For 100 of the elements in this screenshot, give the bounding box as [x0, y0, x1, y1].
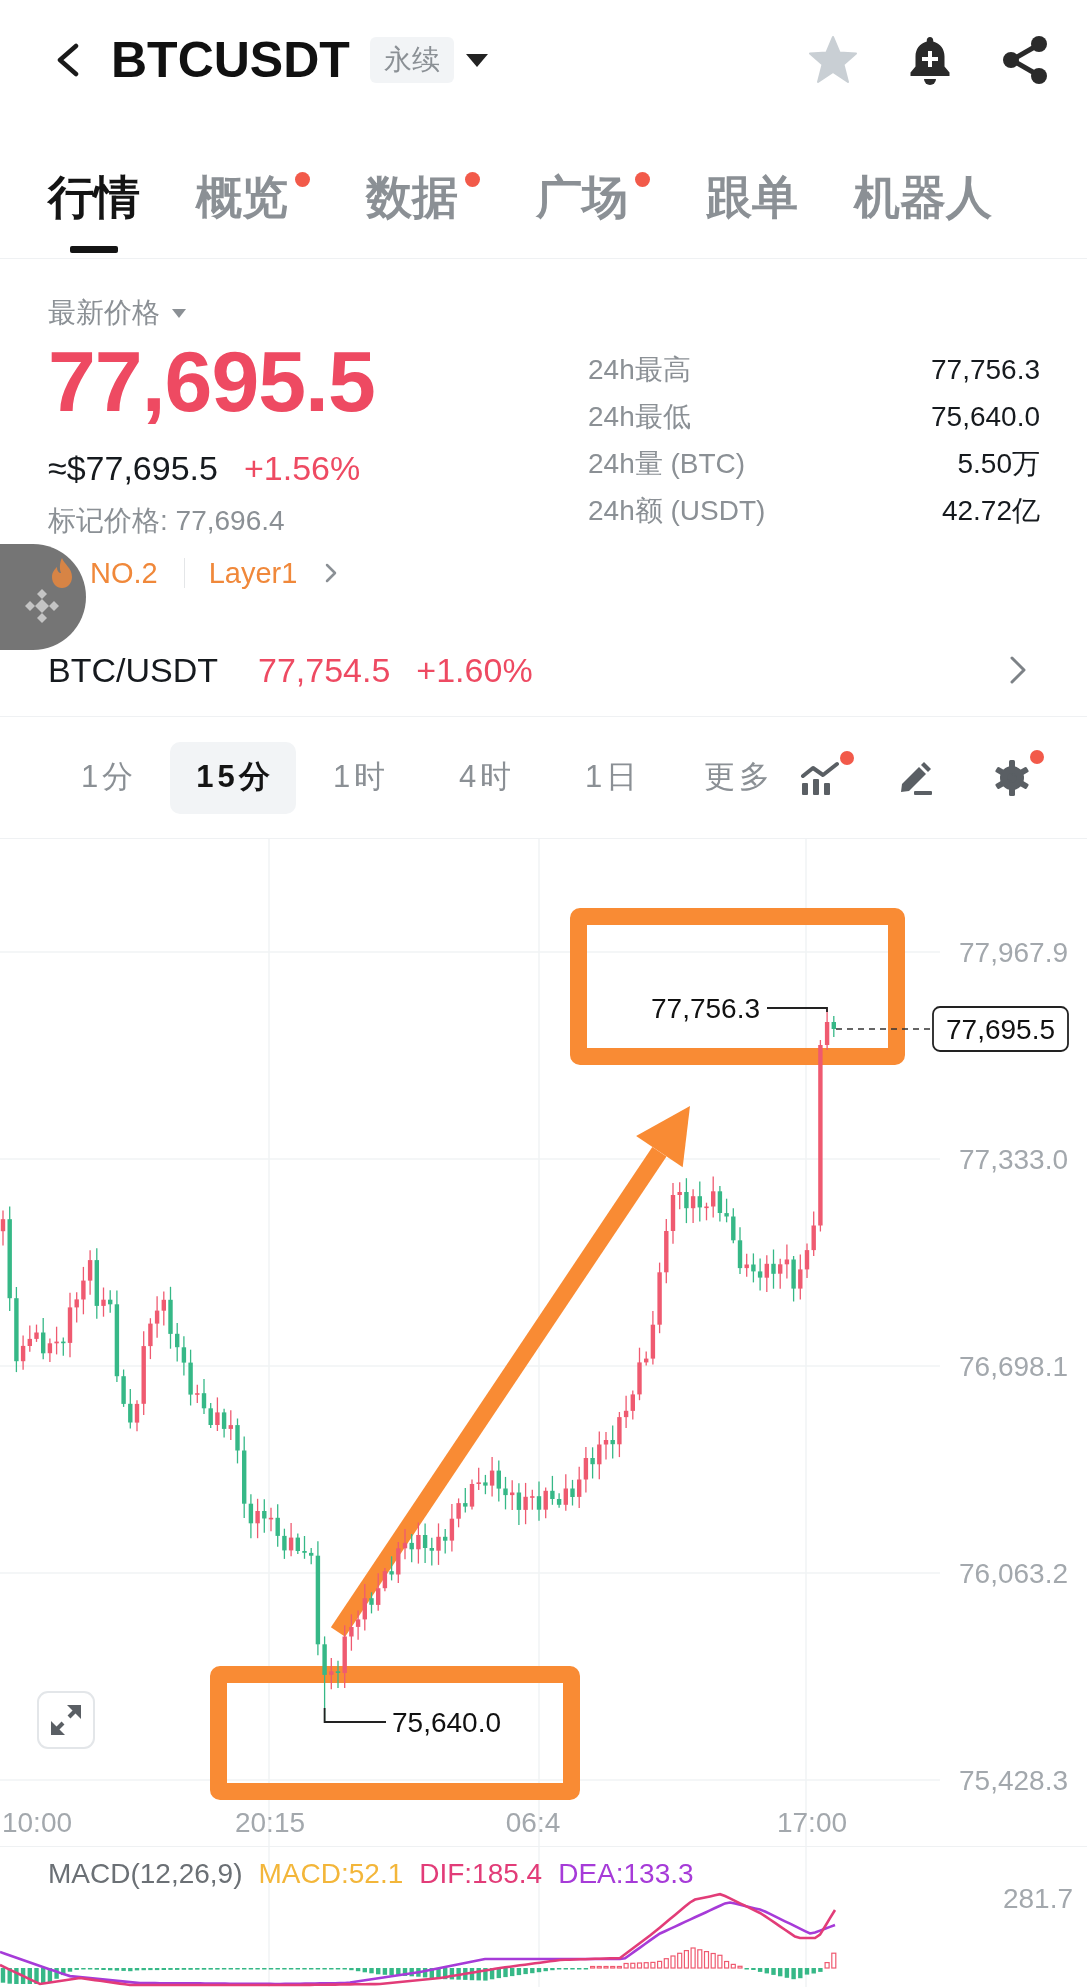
falling-candle — [463, 1487, 468, 1514]
rising-candle — [711, 1175, 716, 1219]
stat-label: 24h量 (BTC) — [588, 447, 746, 481]
mark-price: 标记价格: 77,696.4 — [48, 504, 286, 538]
falling-candle — [516, 1482, 522, 1526]
falling-candle — [335, 1660, 341, 1689]
leader-line — [323, 1707, 387, 1723]
bell-plus-icon[interactable] — [907, 35, 953, 85]
price-axis-label: 77,333.0 — [959, 1143, 1068, 1175]
chevron-right-icon[interactable] — [1010, 656, 1026, 684]
rising-candle — [416, 1521, 421, 1565]
indicator-chart-icon[interactable] — [800, 760, 840, 795]
falling-candle — [168, 1286, 173, 1350]
falling-candle — [221, 1408, 227, 1439]
falling-candle — [570, 1479, 575, 1507]
price-label[interactable]: 最新价格 — [48, 293, 160, 333]
rising-candle — [228, 1409, 233, 1441]
rising-candle — [764, 1254, 769, 1293]
price-axis-label: 76,698.1 — [959, 1350, 1068, 1382]
macd-axis-label: 281.7 — [1002, 1882, 1073, 1914]
rising-candle — [563, 1473, 568, 1512]
interval-tab[interactable]: 1时 — [296, 741, 422, 814]
price-axis-label: 77,967.9 — [959, 936, 1068, 968]
interval-tab[interactable]: 更多 — [674, 741, 800, 814]
rising-candle — [0, 1209, 6, 1247]
falling-candle — [697, 1180, 702, 1223]
falling-candle — [282, 1528, 287, 1560]
macd-legend-value: DIF:185.4 — [419, 1857, 543, 1889]
floating-widget[interactable] — [0, 544, 86, 650]
star-icon[interactable] — [807, 35, 859, 85]
price-change: +1.56% — [243, 448, 361, 489]
falling-candle — [496, 1459, 501, 1503]
tab[interactable]: 跟单 — [706, 120, 798, 258]
expand-icon — [51, 1705, 81, 1735]
interval-tab[interactable]: 1分 — [44, 741, 170, 814]
falling-candle — [503, 1476, 508, 1511]
caret-down-icon[interactable] — [172, 308, 186, 318]
usd-value: ≈$77,695.5 — [48, 448, 218, 489]
sector-link[interactable]: Layer1 — [208, 553, 298, 593]
macd-legend-value: DEA:133.3 — [558, 1857, 694, 1889]
flame-icon — [50, 558, 74, 588]
leader-line — [766, 1007, 828, 1013]
fullscreen-button[interactable] — [37, 1691, 95, 1749]
rising-candle — [690, 1188, 696, 1224]
tab[interactable]: 概览 — [196, 120, 310, 258]
falling-candle — [771, 1248, 776, 1290]
falling-candle — [590, 1446, 595, 1480]
dropdown-caret-icon[interactable] — [465, 53, 488, 67]
falling-candle — [41, 1317, 46, 1360]
rank-tag: NO.2 — [90, 553, 158, 593]
rising-candle — [637, 1347, 642, 1401]
low-price-label: 75,640.0 — [392, 1706, 501, 1738]
stat-value: 5.50万 — [957, 447, 1040, 481]
rising-candle — [101, 1286, 106, 1318]
rising-candle — [215, 1396, 220, 1432]
spot-change: +1.60% — [416, 650, 533, 691]
tab[interactable]: 机器人 — [854, 120, 992, 258]
time-axis-label: 06:4 — [505, 1806, 561, 1838]
time-axis-label: 10:00 — [1, 1806, 73, 1838]
tab[interactable]: 广场 — [536, 120, 650, 258]
symbol-title: BTCUSDT — [111, 31, 350, 90]
rising-candle — [329, 1657, 334, 1690]
interval-tab[interactable]: 1日 — [548, 741, 674, 814]
price-axis-label: 76,063.2 — [959, 1557, 1068, 1589]
falling-candle — [536, 1480, 542, 1522]
price-axis-label: 75,428.3 — [959, 1764, 1068, 1796]
falling-candle — [295, 1532, 300, 1555]
rising-candle — [436, 1522, 441, 1566]
stat-label: 24h最高 — [588, 353, 691, 387]
falling-candle — [262, 1498, 267, 1534]
falling-candle — [235, 1417, 240, 1465]
falling-candle — [610, 1424, 615, 1460]
time-axis-label: 20:15 — [234, 1806, 306, 1838]
last-price: 77,695.5 — [48, 333, 376, 429]
falling-candle — [791, 1255, 796, 1303]
interval-tab[interactable]: 4时 — [422, 741, 548, 814]
stat-label: 24h额 (USDT) — [588, 494, 766, 528]
rising-candle — [255, 1498, 260, 1539]
rising-candle — [744, 1253, 749, 1278]
tab[interactable]: 数据 — [366, 120, 480, 258]
tab[interactable]: 行情 — [48, 120, 140, 258]
falling-candle — [369, 1591, 374, 1615]
pair-name: BTC/USDT — [48, 650, 218, 691]
macd-legend-value: MACD:52.1 — [258, 1857, 404, 1889]
macd-title: MACD(12,26,9) — [48, 1857, 243, 1889]
share-icon[interactable] — [1001, 35, 1049, 85]
falling-candle — [302, 1535, 307, 1560]
rising-candle — [523, 1482, 528, 1525]
high-price-label: 77,756.3 — [651, 992, 760, 1024]
rising-candle — [268, 1507, 274, 1532]
falling-candle — [275, 1503, 280, 1548]
chevron-right-icon[interactable] — [325, 563, 338, 583]
stat-value: 77,756.3 — [931, 353, 1040, 387]
falling-candle — [684, 1177, 689, 1224]
settings-icon[interactable] — [994, 759, 1030, 796]
diamond-logo-icon — [24, 588, 60, 624]
interval-tab[interactable]: 15分 — [170, 741, 296, 814]
rising-candle — [342, 1624, 347, 1689]
stat-value: 75,640.0 — [931, 400, 1040, 434]
last-price-tag: 77,695.5 — [932, 1006, 1069, 1052]
